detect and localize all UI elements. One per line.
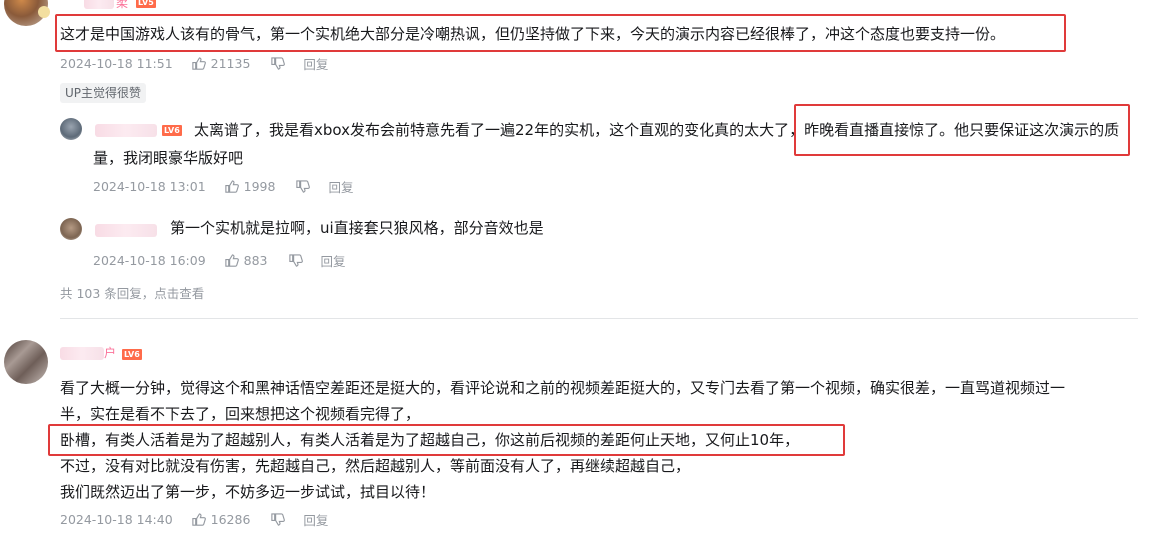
reply-text: 第一个实机就是拉啊，ui直接套只狼风格，部分音效也是 [170,219,544,237]
avatar[interactable] [60,218,82,240]
username[interactable] [95,224,157,237]
username-fragment[interactable]: 户 [104,344,116,361]
reply-time: 2024-10-18 13:01 [93,178,206,194]
comment-text-line: 看了大概一分钟，觉得这个和黑神话悟空差距还是挺大的，看评论说和之前的视频差距挺大… [60,379,1066,397]
reply-meta: 2024-10-18 16:09 883 回复 [93,250,346,270]
reply-meta: 2024-10-18 13:01 1998 回复 [93,176,353,196]
thumb-down-icon[interactable] [270,56,286,71]
username[interactable] [95,124,157,137]
comment-divider [60,318,1138,319]
reply-text: 太离谱了，我是看xbox发布会前特意先看了一遍22年的实机，这个直观的变化真的太… [194,121,1120,139]
avatar[interactable] [4,340,48,384]
reply-button[interactable]: 回复 [321,251,346,270]
thumb-down-icon[interactable] [288,253,303,268]
level-badge: LV5 [136,0,156,8]
like-count: 1998 [243,178,276,194]
thumb-up-icon[interactable] [224,179,239,194]
level-badge: LV6 [162,125,182,136]
reply-button[interactable]: 回复 [303,510,328,529]
level-badge: LV6 [122,349,142,360]
comment-meta: 2024-10-18 14:40 16286 回复 [60,509,328,529]
like-count: 21135 [210,55,251,71]
reply-button[interactable]: 回复 [328,177,353,196]
avatar[interactable] [60,118,82,140]
avatar-pendant-icon [38,6,50,18]
like-count: 16286 [210,511,251,527]
thumb-down-icon[interactable] [270,512,286,527]
comment-time: 2024-10-18 11:51 [60,55,173,71]
comment-text-line: 不过，没有对比就没有伤害，先超越自己，然后超越别人，等前面没有人了，再继续超越自… [60,457,691,475]
like-count: 883 [243,252,268,268]
view-more-replies-link[interactable]: 共 103 条回复，点击查看 [60,283,204,302]
thumb-up-icon[interactable] [191,56,206,71]
username-fragment[interactable]: 柔 [116,0,128,11]
reply-text-continued: 量，我闭眼豪华版好吧 [93,149,244,167]
comment-time: 2024-10-18 14:40 [60,511,173,527]
thumb-up-icon[interactable] [191,512,206,527]
comment-text-line: 我们既然迈出了第一步，不妨多迈一步试试，拭目以待！ [60,483,436,501]
username[interactable] [60,347,104,360]
thumb-down-icon[interactable] [295,179,311,194]
comment-text-line: 卧槽，有类人活着是为了超越别人，有类人活着是为了超越自己，你这前后视频的差距何止… [60,431,800,449]
comment-meta: 2024-10-18 11:51 21135 回复 [60,53,328,73]
reply-time: 2024-10-18 16:09 [93,252,206,268]
thumb-up-icon[interactable] [224,253,239,268]
username[interactable] [84,0,114,9]
reply-button[interactable]: 回复 [303,54,328,73]
comment-text: 这才是中国游戏人该有的骨气，第一个实机绝大部分是冷嘲热讽，但仍坚持做了下来，今天… [60,25,1006,43]
up-liked-tag: UP主觉得很赞 [60,83,147,103]
